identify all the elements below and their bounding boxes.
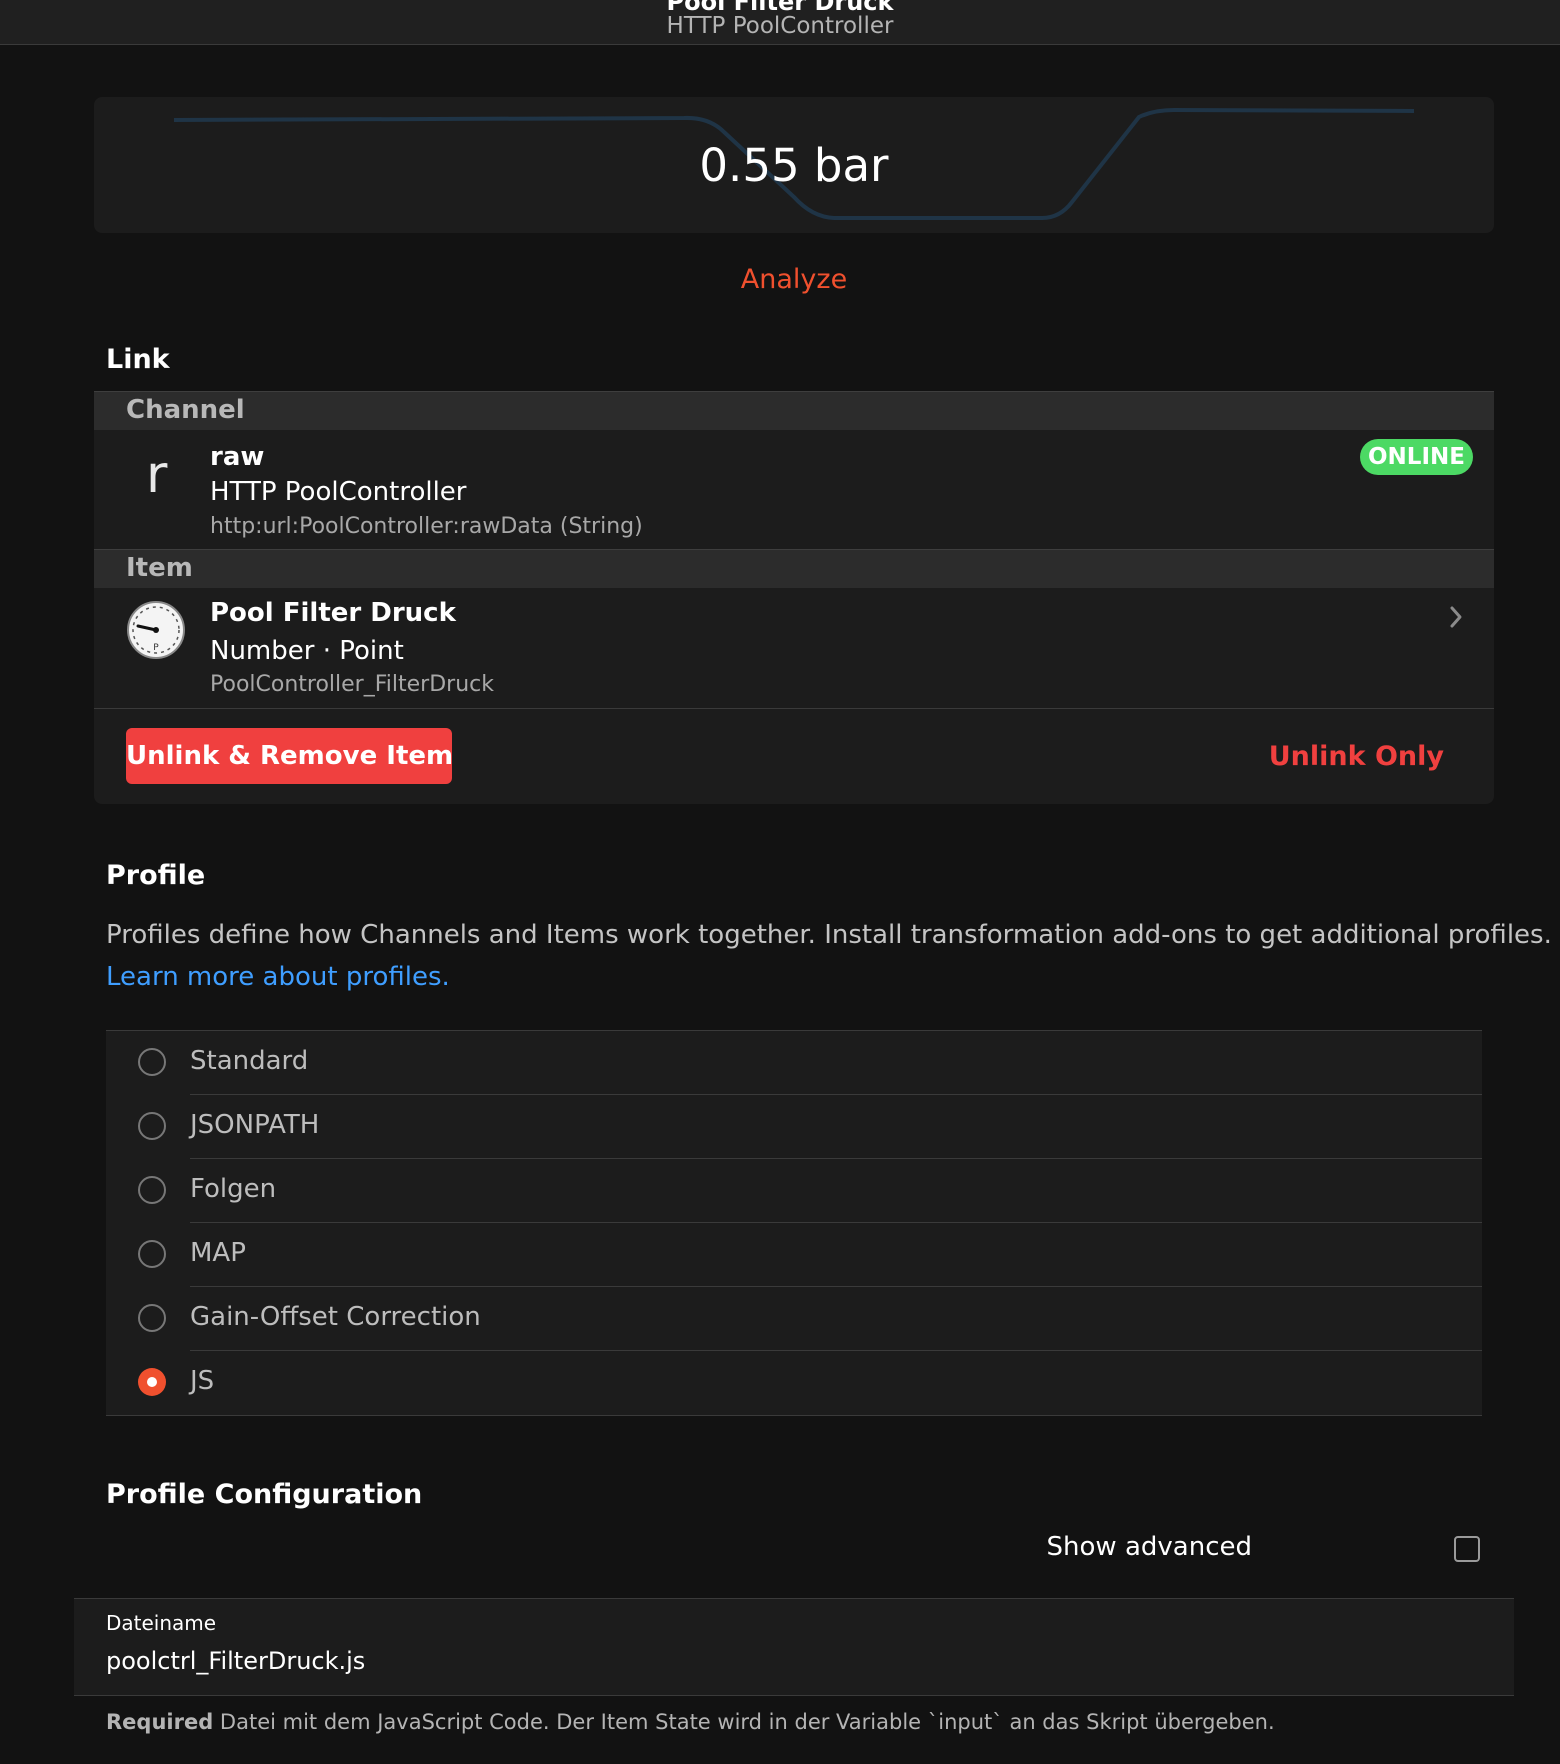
channel-group-label: Channel [126, 395, 245, 425]
field-hint: Required Datei mit dem JavaScript Code. … [106, 1710, 1275, 1734]
unlink-only-button[interactable]: Unlink Only [1269, 734, 1444, 778]
learn-more-link[interactable]: Learn more about profiles. [106, 962, 450, 992]
profile-config-title: Profile Configuration [106, 1479, 423, 1510]
channel-thing: HTTP PoolController [210, 477, 467, 507]
channel-group-header: Channel [94, 391, 1494, 430]
state-value: 0.55 bar [699, 139, 889, 192]
item-name: PoolController_FilterDruck [210, 672, 494, 697]
link-card: Channel r raw HTTP PoolController http:u… [94, 391, 1494, 804]
radio-label: JSONPATH [190, 1110, 320, 1140]
radio-button[interactable] [138, 1048, 166, 1076]
required-label: Required [106, 1710, 214, 1734]
filename-field[interactable]: Dateiname poolctrl_FilterDruck.js [74, 1598, 1514, 1696]
radio-label: Standard [190, 1046, 309, 1076]
profile-option-folgen[interactable]: Folgen [106, 1159, 1482, 1223]
item-group-label: Item [126, 553, 193, 583]
profile-options: Standard JSONPATH Folgen MAP Gain-Offset… [106, 1030, 1482, 1416]
show-advanced-checkbox[interactable] [1454, 1536, 1480, 1562]
item-type: Number · Point [210, 636, 404, 666]
profile-section-title: Profile [106, 860, 206, 891]
state-trend-card[interactable]: 0.55 bar [94, 97, 1494, 233]
filename-label: Dateiname [106, 1611, 217, 1635]
radio-button-selected[interactable] [138, 1368, 166, 1396]
radio-label: Folgen [190, 1174, 277, 1204]
profile-option-map[interactable]: MAP [106, 1223, 1482, 1287]
profile-description: Profiles define how Channels and Items w… [106, 920, 1552, 950]
radio-button[interactable] [138, 1176, 166, 1204]
show-advanced-label[interactable]: Show advanced [1047, 1532, 1252, 1562]
filename-input[interactable]: poolctrl_FilterDruck.js [106, 1647, 365, 1675]
analyze-link[interactable]: Analyze [0, 264, 1560, 295]
chevron-right-icon[interactable] [1446, 603, 1466, 631]
item-group-header: Item [94, 549, 1494, 588]
profile-option-gain-offset[interactable]: Gain-Offset Correction [106, 1287, 1482, 1351]
status-badge: ONLINE [1360, 439, 1473, 475]
navbar: Pool Filter Druck HTTP PoolController [0, 0, 1560, 45]
page-subtitle: HTTP PoolController [666, 13, 894, 39]
svg-text:P: P [153, 643, 159, 653]
divider [94, 708, 1494, 709]
radio-label: JS [190, 1366, 215, 1396]
link-section-title: Link [106, 344, 170, 375]
gauge-icon: P [127, 601, 185, 659]
radio-label: MAP [190, 1238, 246, 1268]
item-label[interactable]: Pool Filter Druck [210, 598, 456, 628]
channel-uid: http:url:PoolController:rawData (String) [210, 514, 643, 539]
profile-option-js[interactable]: JS [106, 1351, 1482, 1415]
unlink-remove-item-button[interactable]: Unlink & Remove Item [126, 728, 453, 784]
channel-label: raw [210, 442, 265, 472]
radio-button[interactable] [138, 1112, 166, 1140]
profile-option-standard[interactable]: Standard [106, 1031, 1482, 1095]
radio-button[interactable] [138, 1240, 166, 1268]
radio-button[interactable] [138, 1304, 166, 1332]
radio-label: Gain-Offset Correction [190, 1302, 481, 1332]
profile-option-jsonpath[interactable]: JSONPATH [106, 1095, 1482, 1159]
channel-icon: r [146, 445, 168, 505]
hint-text: Datei mit dem JavaScript Code. Der Item … [219, 1710, 1275, 1734]
